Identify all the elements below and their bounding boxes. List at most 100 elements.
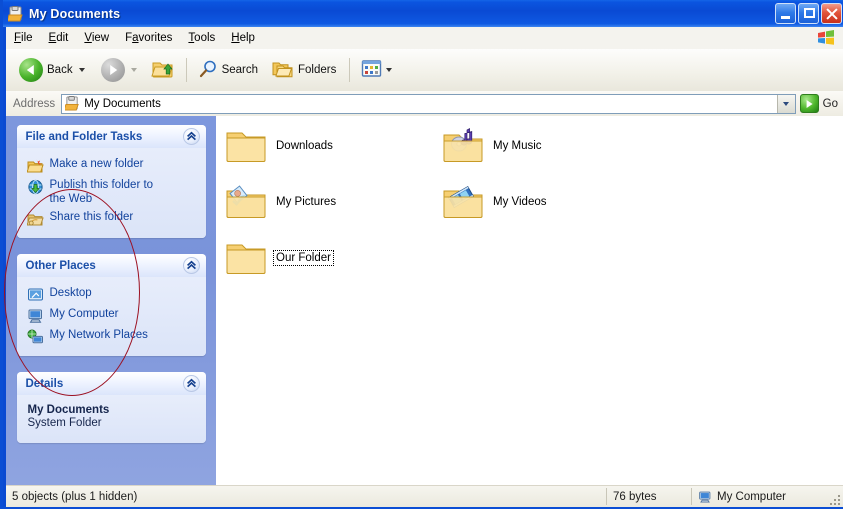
panel-title: Details [25,377,64,390]
forward-arrow-icon [100,58,125,82]
up-folder-icon [150,58,175,83]
address-bar: Address My Documents Go [6,91,843,117]
my-computer-icon [27,308,44,324]
menu-help[interactable]: Help [223,30,263,46]
go-button[interactable]: Go [798,93,843,115]
publish-web-icon [27,179,44,195]
list-item-label: My Pictures [276,196,337,208]
panel-header[interactable]: Details [16,372,206,395]
folder-plain-icon [224,239,268,277]
network-places-icon [27,329,44,345]
go-label: Go [822,97,838,110]
share-folder-icon [25,211,44,227]
menu-bar: File Edit View Favorites Tools Help [6,27,843,50]
desktop-icon [27,287,44,303]
views-button[interactable] [356,54,397,86]
file-list[interactable]: Downloads My Music My Pictures My Videos… [216,116,843,485]
folders-label: Folders [298,64,337,76]
task-share-folder[interactable]: Share this folder [17,208,206,229]
menu-tools[interactable]: Tools [180,30,223,46]
list-item[interactable]: Downloads [224,127,335,165]
place-network-places[interactable]: My Network Places [17,326,206,347]
task-pane: File and Folder Tasks Make a new folder … [6,116,216,485]
list-item[interactable]: My Videos [441,183,548,221]
up-button[interactable] [146,54,180,86]
panel-body: Desktop My Computer My Network Places [16,277,206,356]
new-folder-icon [25,158,44,174]
place-label: My Network Places [49,329,148,341]
panel-details: Details My Documents System Folder [16,372,206,443]
address-value: My Documents [84,97,161,110]
task-label: Make a new folder [49,158,144,170]
folder-videos-icon [441,183,485,221]
folders-button[interactable]: Folders [267,54,341,86]
place-label: My Computer [49,308,119,320]
menu-view[interactable]: View [76,30,117,46]
panel-file-and-folder-tasks: File and Folder Tasks Make a new folder … [16,125,206,238]
list-item[interactable]: Our Folder [224,239,334,277]
collapse-chevron-up-icon[interactable] [182,257,200,274]
windows-flag-logo [815,29,837,47]
folder-pictures-icon [224,183,268,221]
list-item-label: My Music [493,140,542,152]
folders-icon [272,59,294,82]
search-button[interactable]: Search [193,54,263,86]
address-dropdown-button[interactable] [776,94,795,113]
menu-favorites[interactable]: Favorites [117,30,180,46]
back-arrow-icon [19,58,43,82]
list-item[interactable]: My Music [441,127,544,165]
menu-file[interactable]: File [6,30,41,46]
task-publish-to-web[interactable]: Publish this folder to the Web [17,176,206,208]
list-item-label[interactable]: Our Folder [273,250,334,266]
folder-plain-icon [224,127,268,165]
back-button[interactable]: Back [14,54,90,86]
status-objects: 5 objects (plus 1 hidden) [12,490,138,503]
details-type: System Folder [27,417,102,429]
panel-header[interactable]: File and Folder Tasks [16,125,206,148]
toolbar-separator-2 [349,58,351,82]
toolbar: Back Search Folders [6,49,843,92]
views-icon [361,59,382,81]
status-size: 76 bytes [613,490,657,503]
list-item-label: Downloads [276,140,333,152]
place-my-computer[interactable]: My Computer [17,305,206,326]
panel-title: File and Folder Tasks [25,130,143,143]
window-title: My Documents [29,6,121,21]
search-label: Search [221,64,259,76]
task-label: Share this folder [49,211,134,223]
task-make-new-folder[interactable]: Make a new folder [17,155,206,176]
forward-dropdown-icon [130,68,137,72]
explorer-window: My Documents File Edit View Favorites To… [0,0,843,509]
panel-header[interactable]: Other Places [16,254,206,277]
panel-body: My Documents System Folder [16,395,206,443]
back-dropdown-icon[interactable] [78,68,85,72]
resize-grip[interactable] [828,493,840,505]
minimize-button[interactable] [775,3,796,24]
status-location: My Computer [692,487,792,506]
close-button[interactable] [821,3,842,24]
search-icon [198,59,218,82]
collapse-chevron-up-icon[interactable] [182,128,200,145]
list-item[interactable]: My Pictures [224,183,338,221]
place-desktop[interactable]: Desktop [17,284,206,305]
toolbar-separator-1 [185,58,187,82]
forward-button [96,54,142,86]
menu-edit[interactable]: Edit [41,30,77,46]
window-controls [775,3,842,24]
address-input[interactable]: My Documents [61,93,796,114]
explorer-body: File and Folder Tasks Make a new folder … [4,116,843,485]
my-computer-icon [698,490,712,504]
status-bar: 5 objects (plus 1 hidden) 76 bytes My Co… [6,485,843,507]
task-label: Publish this folder to the Web [49,179,154,205]
maximize-button[interactable] [798,3,819,24]
collapse-chevron-up-icon[interactable] [182,375,200,392]
back-label: Back [47,64,73,76]
panel-other-places: Other Places Desktop My Computer My Netw… [16,254,206,356]
views-dropdown-icon[interactable] [386,68,393,72]
my-documents-icon [6,5,24,22]
panel-body: Make a new folder Publish this folder to… [16,148,206,238]
address-label: Address [13,97,56,110]
panel-title: Other Places [25,259,96,272]
place-label: Desktop [49,287,92,299]
title-bar: My Documents [3,0,843,27]
